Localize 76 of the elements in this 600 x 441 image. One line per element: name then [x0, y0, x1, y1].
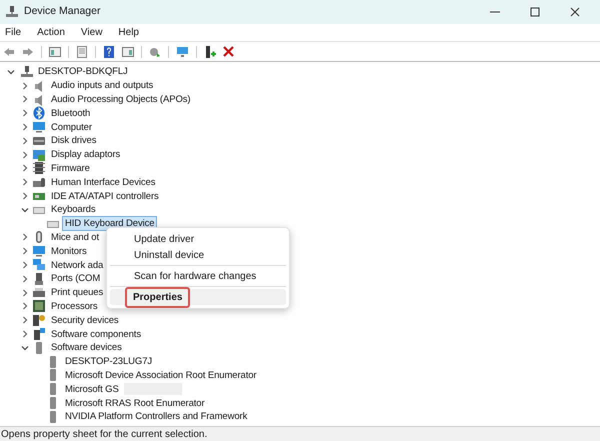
chevron-right-icon[interactable] — [20, 274, 30, 284]
tree-item[interactable]: Processors — [48, 298, 101, 314]
tree-item[interactable]: Microsoft RRAS Root Enumerator — [62, 396, 208, 411]
panel-icon[interactable] — [122, 46, 134, 58]
list-view-icon[interactable] — [76, 46, 88, 58]
tree-item[interactable]: Microsoft Device Association Root Enumerator — [62, 368, 260, 383]
chevron-right-icon[interactable] — [20, 191, 30, 202]
software-component-icon — [32, 327, 46, 342]
tree-item[interactable]: Disk drives — [48, 133, 100, 148]
chevron-right-icon[interactable] — [20, 246, 30, 256]
chevron-right-icon[interactable] — [20, 329, 30, 340]
window-title: Device Manager — [24, 4, 100, 20]
context-menu-item[interactable]: Update driver — [110, 231, 286, 247]
tree-item[interactable]: Software devices — [48, 340, 125, 356]
printer-icon — [32, 286, 46, 300]
chevron-right-icon[interactable] — [20, 177, 30, 188]
menu-item[interactable]: View — [80, 25, 102, 40]
tree-item[interactable]: Audio inputs and outputs — [48, 78, 156, 94]
tree-item[interactable]: Security devices — [48, 312, 122, 328]
context-menu-item[interactable]: Scan for hardware changes — [110, 268, 286, 284]
help-icon[interactable] — [103, 46, 115, 58]
security-device-icon — [32, 313, 46, 328]
tree-item[interactable]: IDE ATA/ATAPI controllers — [48, 188, 162, 204]
chevron-right-icon[interactable] — [20, 108, 30, 118]
close-icon[interactable] — [570, 7, 580, 17]
menu-item[interactable]: File — [5, 25, 22, 40]
forward-arrow-icon[interactable] — [22, 46, 34, 58]
monitor-icon[interactable] — [176, 46, 189, 58]
chevron-right-icon[interactable] — [20, 150, 30, 160]
tree-item[interactable]: Firmware — [48, 160, 93, 176]
tree-item[interactable]: Display adaptors — [48, 147, 124, 162]
context-menu-item[interactable]: Properties — [110, 289, 286, 305]
back-arrow-icon[interactable] — [3, 46, 15, 58]
tree-item[interactable]: Print queues — [48, 285, 106, 300]
maximize-icon[interactable] — [530, 7, 540, 17]
network-icon — [32, 258, 46, 272]
bluetooth-icon — [32, 106, 46, 120]
chevron-right-icon[interactable] — [20, 80, 30, 91]
tree-item[interactable]: Audio Processing Objects (APOs) — [48, 92, 194, 107]
display-adapter-icon — [32, 148, 46, 162]
panel-icon[interactable] — [49, 46, 61, 58]
tree-item[interactable]: DESKTOP-BDKQFLJ — [35, 64, 131, 80]
delete-icon[interactable] — [223, 46, 234, 57]
chevron-right-icon[interactable] — [20, 136, 30, 146]
chevron-right-icon[interactable] — [20, 260, 30, 270]
tree-item[interactable]: Ports (COM — [48, 271, 104, 286]
tree-item[interactable]: Human Interface Devices — [48, 174, 158, 190]
tree-item[interactable]: Bluetooth — [48, 106, 94, 121]
tree-item[interactable]: Software components — [48, 326, 144, 342]
device-manager-icon — [6, 6, 18, 18]
status-text: Opens property sheet for the current selection. — [1, 428, 208, 441]
tree-item[interactable]: Mice and ot — [48, 230, 102, 245]
port-icon — [32, 272, 46, 286]
chevron-right-icon[interactable] — [20, 315, 30, 326]
tree-item[interactable]: Monitors — [48, 244, 90, 259]
monitor-icon — [32, 120, 46, 134]
menu-item[interactable]: Help — [118, 25, 139, 40]
chevron-right-icon[interactable] — [20, 163, 30, 174]
context-menu-item[interactable]: Uninstall device — [110, 247, 286, 263]
tree-item[interactable]: Keyboards — [48, 202, 99, 218]
tree-item[interactable]: DESKTOP-23LUG7J — [62, 354, 156, 370]
computer-icon — [21, 66, 33, 78]
tree-item[interactable]: Microsoft GS — [62, 382, 122, 397]
chevron-right-icon[interactable] — [20, 301, 30, 312]
chevron-right-icon[interactable] — [20, 94, 30, 104]
tree-item[interactable]: Computer — [48, 120, 95, 135]
tree-item[interactable]: NVIDIA Platform Controllers and Framework — [62, 409, 250, 424]
add-driver-icon[interactable] — [204, 46, 216, 58]
tree-item[interactable]: Network ada — [48, 258, 106, 273]
processor-icon — [32, 299, 46, 314]
menu-item[interactable]: Action — [37, 25, 65, 40]
chevron-right-icon[interactable] — [20, 232, 30, 242]
chevron-right-icon[interactable] — [20, 288, 30, 298]
monitor-icon — [32, 244, 46, 258]
chip-icon — [32, 161, 46, 176]
chevron-right-icon[interactable] — [20, 122, 30, 132]
